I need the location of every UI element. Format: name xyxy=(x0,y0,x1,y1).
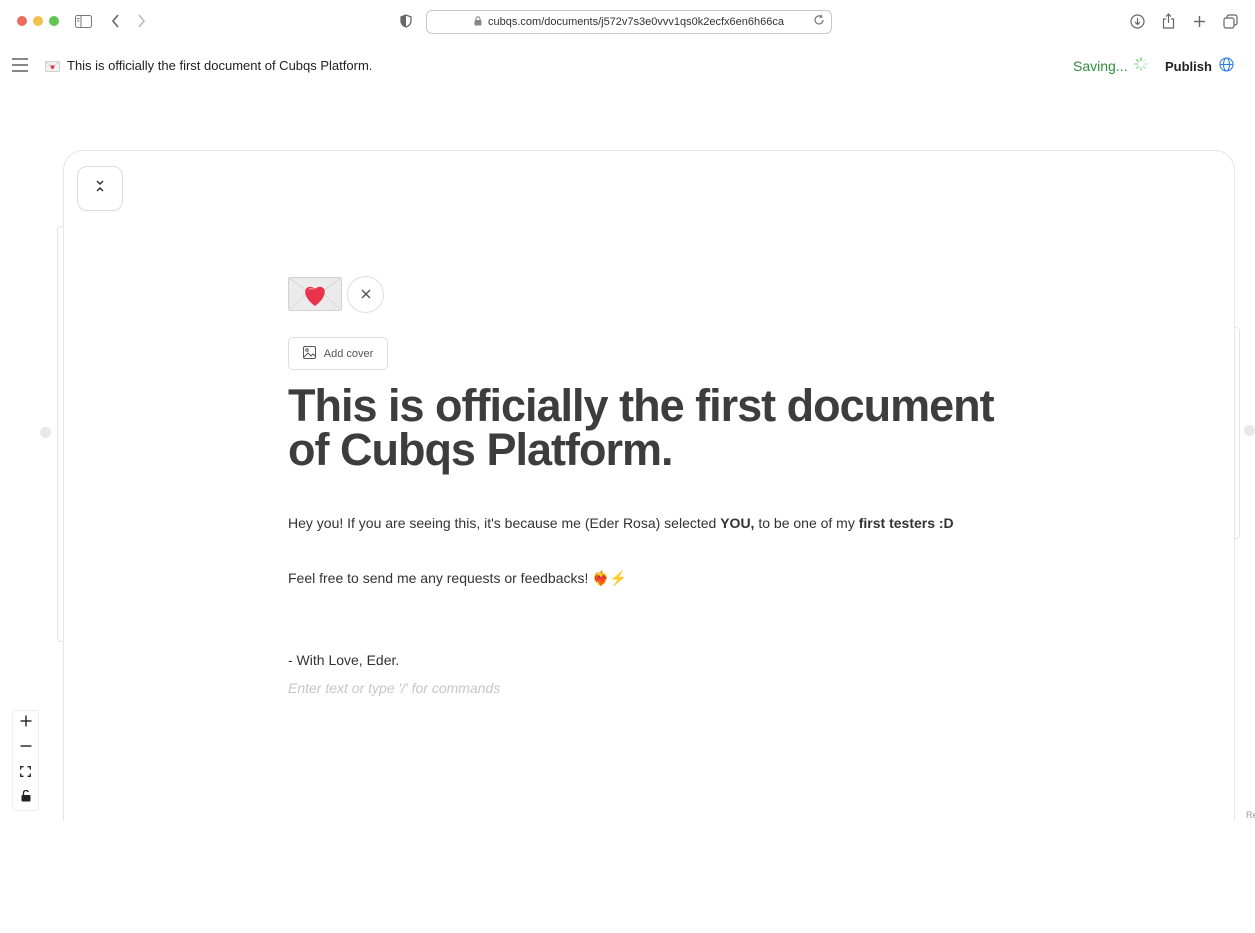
lock-icon xyxy=(474,15,482,29)
paragraph-1-bold-testers: first testers :D xyxy=(858,515,954,531)
paragraph-3[interactable]: - With Love, Eder. xyxy=(288,652,399,668)
document-title[interactable]: This is officially the first document of… xyxy=(288,383,1028,472)
back-icon[interactable] xyxy=(106,11,126,31)
resize-handle-left[interactable] xyxy=(40,427,51,438)
close-window-button[interactable] xyxy=(17,16,27,26)
paragraph-1-text-a: Hey you! If you are seeing this, it's be… xyxy=(288,515,721,531)
zoom-window-button[interactable] xyxy=(49,16,59,26)
globe-icon xyxy=(1219,57,1234,75)
paragraph-1-bold-you: YOU, xyxy=(720,515,755,531)
add-cover-button[interactable]: Add cover xyxy=(288,337,388,370)
fit-view-button[interactable] xyxy=(13,761,38,786)
publish-button[interactable]: Publish xyxy=(1165,57,1234,75)
image-icon xyxy=(302,345,316,362)
corner-attribution[interactable]: Re xyxy=(1246,810,1255,820)
page-bottom-area xyxy=(0,821,1255,933)
share-icon[interactable] xyxy=(1158,11,1178,31)
paragraph-1[interactable]: Hey you! If you are seeing this, it's be… xyxy=(288,515,954,531)
collapse-button[interactable] xyxy=(77,166,123,211)
minimize-window-button[interactable] xyxy=(33,16,43,26)
minus-icon xyxy=(20,739,32,757)
paragraph-1-text-c: to be one of my xyxy=(754,515,859,531)
browser-toolbar: cubqs.com/documents/j572v7s3e0vvv1qs0k2e… xyxy=(0,0,1255,42)
close-icon xyxy=(361,286,371,304)
download-icon[interactable] xyxy=(1127,11,1147,31)
hamburger-menu-icon[interactable] xyxy=(11,57,29,73)
publish-label: Publish xyxy=(1165,58,1212,74)
forward-icon[interactable] xyxy=(131,11,151,31)
reload-icon[interactable] xyxy=(813,14,825,29)
sidebar-icon[interactable] xyxy=(73,11,93,31)
address-bar[interactable]: cubqs.com/documents/j572v7s3e0vvv1qs0k2e… xyxy=(426,10,832,34)
tabs-overview-icon[interactable] xyxy=(1220,11,1240,31)
plus-icon xyxy=(20,714,32,732)
resize-handle-right[interactable] xyxy=(1244,425,1255,436)
saving-label: Saving... xyxy=(1073,57,1128,74)
unlock-icon xyxy=(21,789,31,807)
spinner-icon xyxy=(1134,57,1149,74)
header-doc-title: This is officially the first document of… xyxy=(67,58,373,73)
document-card xyxy=(63,150,1235,841)
shield-icon[interactable] xyxy=(396,11,416,31)
fit-view-icon xyxy=(20,764,31,782)
zoom-in-button[interactable] xyxy=(13,711,38,736)
add-cover-label: Add cover xyxy=(323,347,374,360)
paragraph-2[interactable]: Feel free to send me any requests or fee… xyxy=(288,570,627,587)
love-letter-icon xyxy=(45,59,60,72)
love-letter-emoji-icon[interactable] xyxy=(288,277,342,311)
zoom-out-button[interactable] xyxy=(13,736,38,761)
zoom-controls xyxy=(12,710,39,811)
collapse-icon xyxy=(94,179,106,198)
url-text: cubqs.com/documents/j572v7s3e0vvv1qs0k2e… xyxy=(488,16,784,28)
editor-placeholder[interactable]: Enter text or type '/' for commands xyxy=(288,680,500,696)
lock-canvas-button[interactable] xyxy=(13,785,38,810)
saving-status: Saving... xyxy=(1073,57,1149,74)
new-tab-icon[interactable] xyxy=(1189,11,1209,31)
remove-icon-button[interactable] xyxy=(347,276,384,313)
